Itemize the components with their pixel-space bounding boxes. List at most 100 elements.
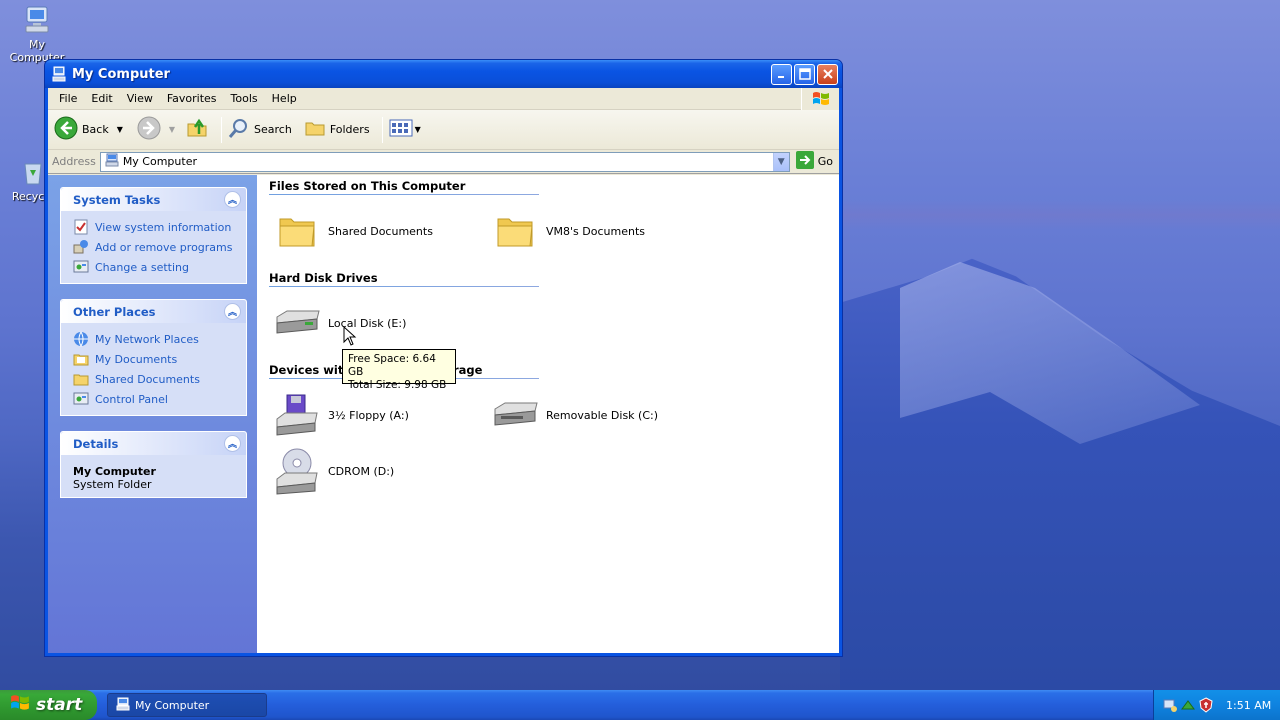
go-label: Go xyxy=(817,155,833,168)
maximize-button[interactable] xyxy=(794,63,815,85)
item-cdrom-d[interactable]: CDROM (D:) xyxy=(273,443,491,499)
my-computer-icon xyxy=(51,66,67,82)
place-label: My Documents xyxy=(95,352,178,366)
task-pane: System Tasks ︽ View system information A… xyxy=(48,175,257,653)
folders-label: Folders xyxy=(329,123,370,136)
cdrom-drive-icon xyxy=(273,447,321,495)
views-dropdown-icon[interactable]: ▼ xyxy=(415,125,421,134)
menu-favorites[interactable]: Favorites xyxy=(160,92,224,105)
taskbar-item-label: My Computer xyxy=(135,698,210,712)
group-items-files: Shared Documents VM8's Documents xyxy=(269,195,739,259)
taskbar-item-my-computer[interactable]: My Computer xyxy=(107,693,267,717)
desktop-icon-my-computer[interactable]: My Computer xyxy=(0,4,74,64)
start-label: start xyxy=(36,695,83,715)
system-info-icon xyxy=(73,219,89,235)
group-header-files: Files Stored on This Computer xyxy=(269,177,539,195)
folder-icon xyxy=(491,207,539,255)
window-titlebar[interactable]: My Computer xyxy=(45,60,842,88)
tray-security-shield-icon[interactable] xyxy=(1198,697,1214,713)
go-arrow-icon xyxy=(795,151,814,172)
go-button[interactable]: Go xyxy=(795,151,833,172)
item-vm8-documents[interactable]: VM8's Documents xyxy=(491,203,709,259)
item-label: Shared Documents xyxy=(328,224,433,238)
place-shared-documents[interactable]: Shared Documents xyxy=(73,369,246,389)
toolbar-separator xyxy=(221,116,223,143)
system-tray: 1:51 AM xyxy=(1153,690,1280,720)
item-label: 3½ Floppy (A:) xyxy=(328,408,409,422)
item-shared-documents[interactable]: Shared Documents xyxy=(273,203,491,259)
group-items-removable: 3½ Floppy (A:) Removable Disk (C:) CDROM… xyxy=(269,379,739,499)
folder-icon xyxy=(73,371,89,387)
my-computer-icon xyxy=(105,153,119,170)
other-places-panel: Other Places ︽ My Network Places My Docu… xyxy=(60,299,247,416)
desktop-cloud-band xyxy=(840,200,1280,230)
forward-button[interactable]: ▼ xyxy=(137,116,175,143)
item-local-disk-e[interactable]: Local Disk (E:) xyxy=(273,295,491,351)
clock[interactable]: 1:51 AM xyxy=(1226,699,1271,712)
close-button[interactable] xyxy=(817,63,838,85)
views-button[interactable]: ▼ xyxy=(389,118,421,141)
minimize-button[interactable] xyxy=(771,63,792,85)
system-tasks-panel: System Tasks ︽ View system information A… xyxy=(60,187,247,284)
up-folder-button[interactable] xyxy=(185,116,209,143)
menu-bar: File Edit View Favorites Tools Help xyxy=(48,88,839,110)
my-documents-icon xyxy=(73,351,89,367)
control-panel-icon xyxy=(73,391,89,407)
my-computer-icon xyxy=(116,697,130,714)
other-places-header[interactable]: Other Places ︽ xyxy=(61,300,246,323)
back-label: Back xyxy=(82,123,109,136)
network-places-icon xyxy=(73,331,89,348)
menu-file[interactable]: File xyxy=(52,92,84,105)
menu-view[interactable]: View xyxy=(120,92,160,105)
tray-safely-remove-icon[interactable] xyxy=(1180,697,1196,713)
mouse-cursor-icon xyxy=(343,325,357,349)
item-removable-disk-c[interactable]: Removable Disk (C:) xyxy=(491,387,709,443)
place-my-network-places[interactable]: My Network Places xyxy=(73,329,246,349)
group-items-hdd: Local Disk (E:) xyxy=(269,287,739,351)
task-change-setting[interactable]: Change a setting xyxy=(73,257,246,277)
panel-title: Other Places xyxy=(73,304,156,319)
collapse-icon[interactable]: ︽ xyxy=(224,303,241,320)
back-arrow-icon xyxy=(54,116,78,143)
task-label: Add or remove programs xyxy=(95,240,233,254)
address-value: My Computer xyxy=(122,155,197,168)
hard-disk-icon xyxy=(273,299,321,347)
window-title: My Computer xyxy=(72,66,170,82)
system-tasks-header[interactable]: System Tasks ︽ xyxy=(61,188,246,211)
file-list-pane: Files Stored on This Computer Shared Doc… xyxy=(257,175,839,653)
collapse-icon[interactable]: ︽ xyxy=(224,191,241,208)
back-button[interactable]: Back ▼ xyxy=(54,116,123,143)
item-floppy-a[interactable]: 3½ Floppy (A:) xyxy=(273,387,491,443)
menu-help[interactable]: Help xyxy=(265,92,304,105)
back-dropdown-icon[interactable]: ▼ xyxy=(117,125,123,134)
tooltip-total-size: Total Size: 9.98 GB xyxy=(348,379,447,391)
folders-button[interactable]: Folders xyxy=(304,117,370,142)
control-panel-icon xyxy=(73,259,89,275)
place-my-documents[interactable]: My Documents xyxy=(73,349,246,369)
address-dropdown-button[interactable]: ▼ xyxy=(772,152,789,171)
task-label: View system information xyxy=(95,220,232,234)
taskbar: start My Computer 1:51 AM xyxy=(0,690,1280,720)
views-icon xyxy=(389,118,413,141)
details-name: My Computer xyxy=(73,465,156,478)
start-button[interactable]: start xyxy=(0,690,97,720)
address-label: Address xyxy=(52,155,96,168)
add-remove-programs-icon xyxy=(73,239,89,255)
place-control-panel[interactable]: Control Panel xyxy=(73,389,246,409)
details-type: System Folder xyxy=(73,478,152,491)
collapse-icon[interactable]: ︽ xyxy=(224,435,241,452)
menu-edit[interactable]: Edit xyxy=(84,92,119,105)
chevron-down-icon: ▼ xyxy=(777,156,785,167)
task-view-system-information[interactable]: View system information xyxy=(73,217,246,237)
panel-title: Details xyxy=(73,436,119,451)
place-label: Control Panel xyxy=(95,392,168,406)
up-folder-icon xyxy=(185,116,209,143)
address-field[interactable]: My Computer ▼ xyxy=(99,151,790,172)
menu-tools[interactable]: Tools xyxy=(224,92,265,105)
search-button[interactable]: Search xyxy=(228,117,292,142)
folder-icon xyxy=(273,207,321,255)
tray-network-icon[interactable] xyxy=(1162,697,1178,713)
task-add-remove-programs[interactable]: Add or remove programs xyxy=(73,237,246,257)
item-label: CDROM (D:) xyxy=(328,464,395,478)
details-header[interactable]: Details ︽ xyxy=(61,432,246,455)
